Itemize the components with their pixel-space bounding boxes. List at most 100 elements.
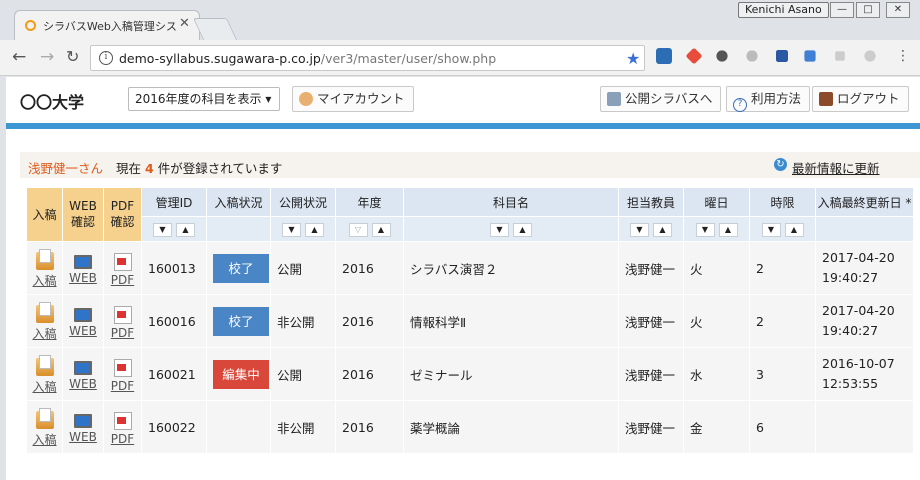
cell-teacher: 浅野健一	[618, 400, 684, 454]
sort-entry-status	[206, 216, 271, 242]
pdf-link[interactable]: PDF	[104, 432, 141, 446]
how-to-use-button[interactable]: ? 利用方法	[726, 86, 811, 112]
site-info-icon[interactable]: i	[99, 51, 113, 65]
web-link[interactable]: WEB	[63, 430, 103, 444]
sort-period: ▼ ▲	[749, 216, 816, 242]
sort-asc-button[interactable]: ▲	[371, 223, 391, 237]
course-table: 入稿 WEB 確認 PDF 確認 管理ID 入稿状況 公開状況 年度 科目名 担当教…	[26, 187, 914, 454]
cell-teacher: 浅野健一	[618, 294, 684, 348]
pdf-link[interactable]: PDF	[104, 273, 141, 287]
cell-subject: シラバス演習２	[403, 241, 619, 295]
cell-period: 3	[749, 347, 816, 401]
extension-new-icon[interactable]	[656, 48, 672, 64]
sort-asc-button[interactable]: ▲	[784, 223, 804, 237]
logout-door-icon	[819, 92, 833, 106]
pdf-icon[interactable]	[113, 253, 132, 271]
forward-icon[interactable]: →	[40, 47, 54, 67]
sort-year: ▽ ▲	[335, 216, 404, 242]
sort-desc-button[interactable]: ▼	[490, 223, 509, 237]
browser-menu-icon[interactable]: ⋮	[896, 48, 910, 64]
monitor-icon[interactable]	[74, 414, 92, 428]
bookmark-star-icon[interactable]: ★	[626, 49, 640, 68]
cell-year: 2016	[335, 400, 404, 454]
pdf-link[interactable]: PDF	[104, 379, 141, 393]
maximize-icon[interactable]: □	[856, 2, 880, 18]
sort-desc-button[interactable]: ▼	[695, 223, 715, 237]
entry-link[interactable]: 入稿	[27, 325, 62, 342]
entry-cell: 入稿	[26, 400, 63, 454]
entry-icon[interactable]	[35, 407, 54, 429]
sort-teacher: ▼ ▲	[618, 216, 684, 242]
cell-entry-status: 校了	[206, 294, 271, 348]
monitor-icon[interactable]	[74, 255, 92, 269]
entry-link[interactable]: 入稿	[27, 378, 62, 395]
cell-year: 2016	[335, 241, 404, 295]
web-link[interactable]: WEB	[63, 377, 103, 391]
cell-period: 2	[749, 241, 816, 295]
entry-icon[interactable]	[35, 354, 54, 376]
cell-teacher: 浅野健一	[618, 241, 684, 295]
minimize-icon[interactable]: —	[830, 2, 854, 18]
site-header: 〇〇大学 2016年度の科目を表示 ▾ マイアカウント 公開シラバスへ ? 利用方…	[6, 77, 920, 121]
profile-name[interactable]: Kenichi Asano	[738, 2, 829, 18]
sort-desc-button[interactable]: ▼	[761, 223, 781, 237]
cell-public: 非公開	[270, 294, 336, 348]
col-teacher: 担当教員	[618, 187, 684, 217]
sort-desc-button[interactable]: ▽	[348, 223, 368, 237]
reload-icon[interactable]: ↻	[66, 47, 79, 66]
web-link[interactable]: WEB	[63, 271, 103, 285]
sort-desc-button[interactable]: ▼	[282, 223, 301, 237]
my-account-button[interactable]: マイアカウント	[292, 86, 414, 112]
refresh-icon[interactable]: ↻	[774, 158, 787, 171]
web-cell: WEB	[62, 294, 104, 348]
entry-icon[interactable]	[35, 248, 54, 270]
cell-id: 160022	[141, 400, 207, 454]
tab-title: シラバスWeb入稿管理シス	[43, 20, 177, 33]
browser-tab[interactable]: シラバスWeb入稿管理シス ✕	[14, 10, 200, 40]
sort-asc-button[interactable]: ▲	[176, 223, 195, 237]
sort-desc-button[interactable]: ▼	[153, 223, 172, 237]
pdf-cell: PDF	[103, 400, 142, 454]
logout-button[interactable]: ログアウト	[812, 86, 909, 112]
entry-icon[interactable]	[35, 301, 54, 323]
tab-close-icon[interactable]: ✕	[179, 16, 190, 31]
cell-updated	[815, 400, 914, 454]
pdf-icon[interactable]	[113, 412, 132, 430]
cell-day: 火	[683, 241, 750, 295]
sort-asc-button[interactable]: ▲	[305, 223, 324, 237]
monitor-icon[interactable]	[74, 308, 92, 322]
extension-card-icon[interactable]	[804, 50, 816, 62]
address-bar[interactable]: i demo-syllabus.sugawara-p.co.jp/ver3/ma…	[90, 45, 645, 71]
cell-id: 160016	[141, 294, 207, 348]
cell-entry-status: 校了	[206, 241, 271, 295]
sort-asc-button[interactable]: ▲	[513, 223, 532, 237]
extension-play-icon[interactable]	[835, 51, 845, 61]
extension-y-icon[interactable]	[776, 50, 788, 62]
web-link[interactable]: WEB	[63, 324, 103, 338]
sort-day: ▼ ▲	[683, 216, 750, 242]
public-syllabus-button[interactable]: 公開シラバスへ	[600, 86, 722, 112]
extension-leaf-icon[interactable]	[746, 50, 758, 62]
window-close-icon[interactable]: ✕	[886, 2, 910, 18]
pdf-link[interactable]: PDF	[104, 326, 141, 340]
book-icon	[607, 92, 621, 106]
pdf-icon[interactable]	[113, 359, 132, 377]
year-filter-select[interactable]: 2016年度の科目を表示 ▾	[128, 87, 280, 111]
col-subject: 科目名	[403, 187, 619, 217]
sort-asc-button[interactable]: ▲	[653, 223, 672, 237]
entry-link[interactable]: 入稿	[27, 272, 62, 289]
monitor-icon[interactable]	[74, 361, 92, 375]
entry-link[interactable]: 入稿	[27, 431, 62, 448]
extension-gamepad-icon[interactable]	[716, 50, 728, 62]
cell-subject: 情報科学Ⅱ	[403, 294, 619, 348]
cell-subject: 薬学概論	[403, 400, 619, 454]
cell-year: 2016	[335, 294, 404, 348]
back-icon[interactable]: ←	[12, 47, 26, 67]
refresh-link[interactable]: 最新情報に更新	[792, 158, 880, 177]
web-cell: WEB	[62, 347, 104, 401]
cell-id: 160013	[141, 241, 207, 295]
sort-asc-button[interactable]: ▲	[718, 223, 738, 237]
pdf-icon[interactable]	[113, 306, 132, 324]
extension-gear-icon[interactable]	[864, 50, 876, 62]
sort-desc-button[interactable]: ▼	[630, 223, 649, 237]
